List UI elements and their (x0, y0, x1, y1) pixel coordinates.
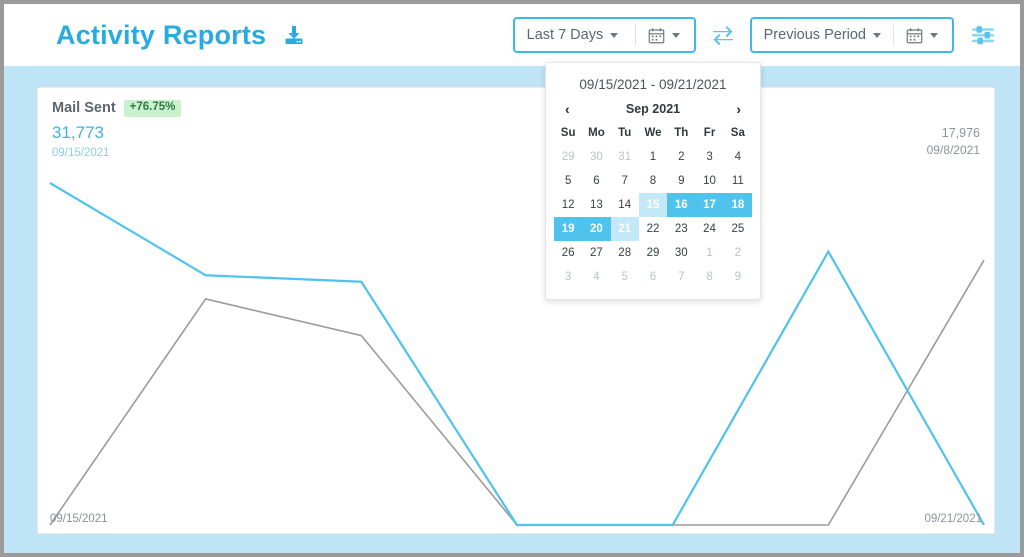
range-controls: Last 7 Days Previous Period (512, 17, 1004, 53)
chevron-down-icon (930, 32, 938, 38)
calendar-nav: ‹ Sep 2021 › (554, 102, 752, 122)
calendar-day-cell[interactable]: 3 (554, 265, 582, 289)
calendar-weekday-mo: Mo (588, 127, 605, 139)
calendar-day-cell[interactable]: 10 (695, 169, 723, 193)
calendar-day-cell[interactable]: 18 (723, 193, 752, 217)
calendar-weekday-th: Th (674, 127, 689, 139)
calendar-day-cell[interactable]: 9 (667, 169, 695, 193)
calendar-day-cell[interactable]: 8 (695, 265, 723, 289)
calendar-day-cell[interactable]: 7 (611, 169, 639, 193)
primary-range-select[interactable]: Last 7 Days (515, 27, 633, 43)
calendar-week-row: 19 20 21 22 23 24 25 (554, 217, 752, 241)
calendar-day-cell[interactable]: 2 (724, 241, 752, 265)
calendar-day-cell[interactable]: 28 (611, 241, 639, 265)
activity-reports-page: Activity Reports Last 7 Days Previous Pe… (0, 0, 1024, 557)
calendar-day-cell[interactable]: 31 (611, 145, 639, 169)
calendar-day-cell[interactable]: 5 (611, 265, 639, 289)
calendar-day-cell[interactable]: 15 (638, 193, 668, 217)
compare-range-picker[interactable]: Previous Period (749, 17, 954, 53)
date-range-calendar-popup[interactable]: 09/15/2021 - 09/21/2021 ‹ Sep 2021 › Su M… (545, 62, 761, 300)
calendar-day-cell[interactable]: 29 (639, 241, 667, 265)
calendar-day-cell[interactable]: 24 (695, 217, 723, 241)
calendar-day-cell[interactable]: 19 (554, 217, 583, 241)
axis-label-start: 09/15/2021 (50, 513, 108, 525)
chevron-down-icon (671, 32, 680, 38)
calendar-day-cell[interactable]: 4 (582, 265, 610, 289)
calendar-week-row: 3456789 (554, 265, 752, 289)
calendar-day-cell[interactable]: 27 (582, 241, 610, 265)
calendar-day-cell[interactable]: 11 (724, 169, 752, 193)
chevron-down-icon (873, 32, 881, 38)
prev-month-button[interactable]: ‹ (562, 102, 573, 116)
sliders-icon (972, 26, 994, 45)
calendar-day-cell[interactable]: 25 (724, 217, 752, 241)
divider (634, 24, 636, 46)
calendar-day-cell[interactable]: 7 (667, 265, 695, 289)
calendar-day-cell[interactable]: 1 (639, 145, 667, 169)
calendar-week-row: 12 13 14 15 16 17 18 (554, 193, 752, 217)
exchange-icon (712, 26, 733, 46)
calendar-day-cell[interactable]: 13 (582, 193, 610, 217)
page-title: Activity Reports (56, 19, 267, 50)
calendar-day-cell[interactable]: 6 (582, 169, 610, 193)
calendar-month-label: Sep 2021 (625, 102, 681, 116)
settings-filter-button[interactable] (970, 23, 996, 47)
calendar-day-cell[interactable]: 20 (582, 217, 611, 241)
calendar-day-cell[interactable]: 14 (611, 193, 639, 217)
calendar-day-cell[interactable]: 16 (667, 193, 696, 217)
calendar-day-cell[interactable]: 21 (610, 217, 639, 241)
calendar-day-cell[interactable]: 29 (554, 145, 582, 169)
calendar-day-cell[interactable]: 3 (695, 145, 723, 169)
calendar-icon (906, 27, 923, 43)
calendar-day-cell[interactable]: 26 (554, 241, 582, 265)
calendar-weekday-we: We (644, 127, 662, 139)
next-month-button[interactable]: › (733, 102, 744, 116)
calendar-weekday-row: Su Mo Tu We Th Fr Sa (554, 122, 752, 145)
line-chart-plot (49, 182, 985, 527)
compare-range-label: Previous Period (763, 27, 866, 43)
calendar-day-cell[interactable]: 30 (582, 145, 610, 169)
calendar-weekday-sa: Sa (730, 127, 745, 139)
download-icon[interactable] (282, 23, 306, 47)
divider (893, 24, 894, 46)
calendar-day-cell[interactable]: 6 (639, 265, 667, 289)
compare-range-select[interactable]: Previous Period (752, 27, 891, 43)
calendar-day-cell[interactable]: 22 (639, 217, 667, 241)
calendar-day-cell[interactable]: 17 (695, 193, 724, 217)
primary-range-picker[interactable]: Last 7 Days (512, 17, 696, 53)
primary-calendar-button[interactable] (638, 27, 692, 44)
calendar-weekday-tu: Tu (618, 127, 632, 139)
calendar-day-cell[interactable]: 2 (667, 145, 695, 169)
calendar-range-text: 09/15/2021 - 09/21/2021 (579, 77, 727, 92)
series-previous-period (49, 259, 985, 526)
calendar-grid: Su Mo Tu We Th Fr Sa 29 30 31 1 2 3 4 5 6 7 8 9 10 11 12 13 14… (554, 122, 752, 289)
calendar-week-row: 5 6 7 8 9 10 11 (554, 169, 752, 193)
calendar-weekday-su: Su (560, 127, 576, 139)
calendar-day-cell[interactable]: 5 (554, 169, 582, 193)
swap-periods-button[interactable] (710, 24, 736, 46)
calendar-icon (648, 27, 664, 43)
series-current-period (49, 182, 985, 527)
calendar-day-cell[interactable]: 12 (554, 193, 582, 217)
calendar-day-cell[interactable]: 4 (724, 145, 752, 169)
mail-sent-chart-card: Mail Sent +76.75% 31,773 09/15/2021 17,9… (37, 87, 995, 534)
calendar-week-row: 29 30 31 1 2 3 4 (554, 145, 752, 169)
calendar-day-cell[interactable]: 1 (695, 241, 723, 265)
primary-range-label: Last 7 Days (526, 27, 604, 43)
compare-calendar-button[interactable] (896, 27, 950, 44)
calendar-week-row: 26 27 28 29 30 1 2 (554, 241, 752, 265)
top-toolbar: Activity Reports Last 7 Days Previous Pe… (4, 4, 1020, 66)
calendar-day-cell[interactable]: 23 (667, 217, 695, 241)
chevron-down-icon (610, 32, 619, 38)
calendar-weekday-fr: Fr (703, 127, 716, 139)
calendar-day-cell[interactable]: 8 (639, 169, 667, 193)
calendar-day-cell[interactable]: 30 (667, 241, 695, 265)
calendar-day-cell[interactable]: 9 (724, 265, 752, 289)
axis-label-end: 09/21/2021 (924, 513, 982, 525)
